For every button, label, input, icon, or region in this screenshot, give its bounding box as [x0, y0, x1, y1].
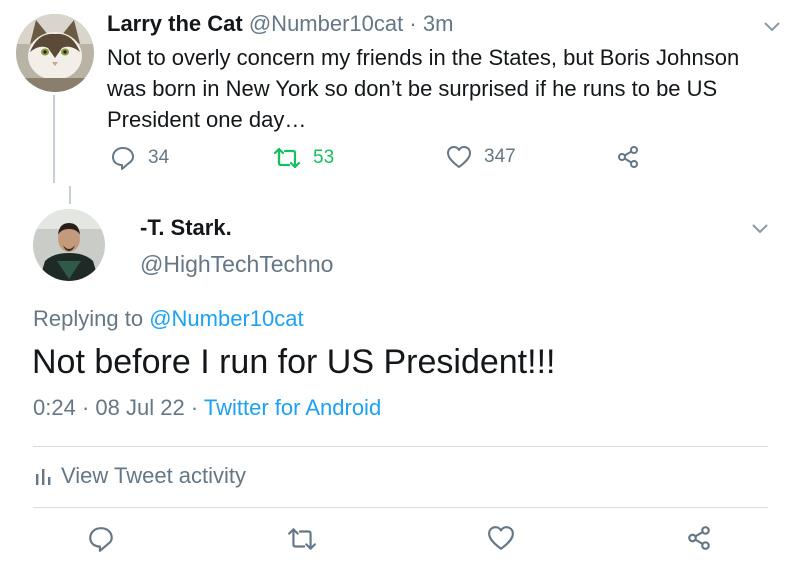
tweet-meta: 0:24 · 08 Jul 22 · Twitter for Android	[33, 395, 381, 421]
view-tweet-activity-button[interactable]: View Tweet activity	[35, 463, 246, 489]
like-count: 347	[484, 146, 516, 167]
separator-dot: ·	[409, 11, 417, 36]
share-button[interactable]	[686, 525, 712, 556]
retweet-button[interactable]	[287, 525, 317, 558]
view-tweet-activity-label: View Tweet activity	[61, 463, 247, 488]
retweet-count: 53	[313, 147, 335, 168]
tweet-source-link[interactable]: Twitter for Android	[204, 395, 381, 420]
reply-icon	[89, 527, 113, 552]
heart-icon	[488, 526, 514, 550]
reply-count: 34	[148, 147, 170, 168]
reply-icon	[112, 147, 134, 170]
retweet-button[interactable]: 53	[273, 145, 334, 171]
heart-icon	[447, 146, 471, 168]
share-button[interactable]	[616, 145, 640, 169]
thread-line	[69, 186, 71, 204]
share-icon	[688, 526, 710, 550]
parent-avatar[interactable]	[16, 14, 94, 92]
chevron-down-icon[interactable]	[751, 222, 769, 240]
reply-author-name[interactable]: -T. Stark.	[140, 215, 232, 241]
reply-button[interactable]	[87, 525, 115, 558]
replying-to-line: Replying to @Number10cat	[33, 306, 304, 332]
cat-avatar-icon	[16, 14, 94, 92]
parent-tweet-text: Not to overly concern my friends in the …	[107, 45, 740, 132]
like-button[interactable]: 347	[446, 145, 516, 169]
share-icon	[618, 146, 638, 168]
reply-author-handle[interactable]: @HighTechTechno	[140, 251, 333, 278]
reply-button[interactable]: 34	[110, 145, 169, 171]
separator-dot: ·	[81, 395, 90, 420]
person-avatar-icon	[33, 209, 105, 281]
tweet-time: 0:24	[33, 395, 76, 420]
chevron-down-icon[interactable]	[763, 20, 781, 38]
like-button[interactable]	[487, 525, 515, 556]
parent-timestamp[interactable]: 3m	[423, 11, 454, 36]
retweet-icon	[288, 528, 316, 550]
parent-author-name[interactable]: Larry the Cat	[107, 11, 243, 36]
thread-line	[53, 95, 55, 183]
divider	[33, 446, 768, 447]
separator-dot: ·	[190, 395, 199, 420]
bar-chart-icon	[36, 469, 51, 485]
reply-avatar[interactable]	[33, 209, 105, 281]
reply-tweet-text: Not before I run for US President!!!	[32, 343, 556, 381]
retweet-icon	[273, 147, 301, 169]
tweet-date: 08 Jul 22	[95, 395, 185, 420]
parent-header: Larry the Cat @Number10cat · 3m	[107, 11, 453, 37]
replying-to-label: Replying to	[33, 306, 144, 331]
replying-to-mention[interactable]: @Number10cat	[149, 306, 303, 331]
divider	[33, 507, 768, 508]
parent-author-handle[interactable]: @Number10cat	[249, 11, 403, 36]
